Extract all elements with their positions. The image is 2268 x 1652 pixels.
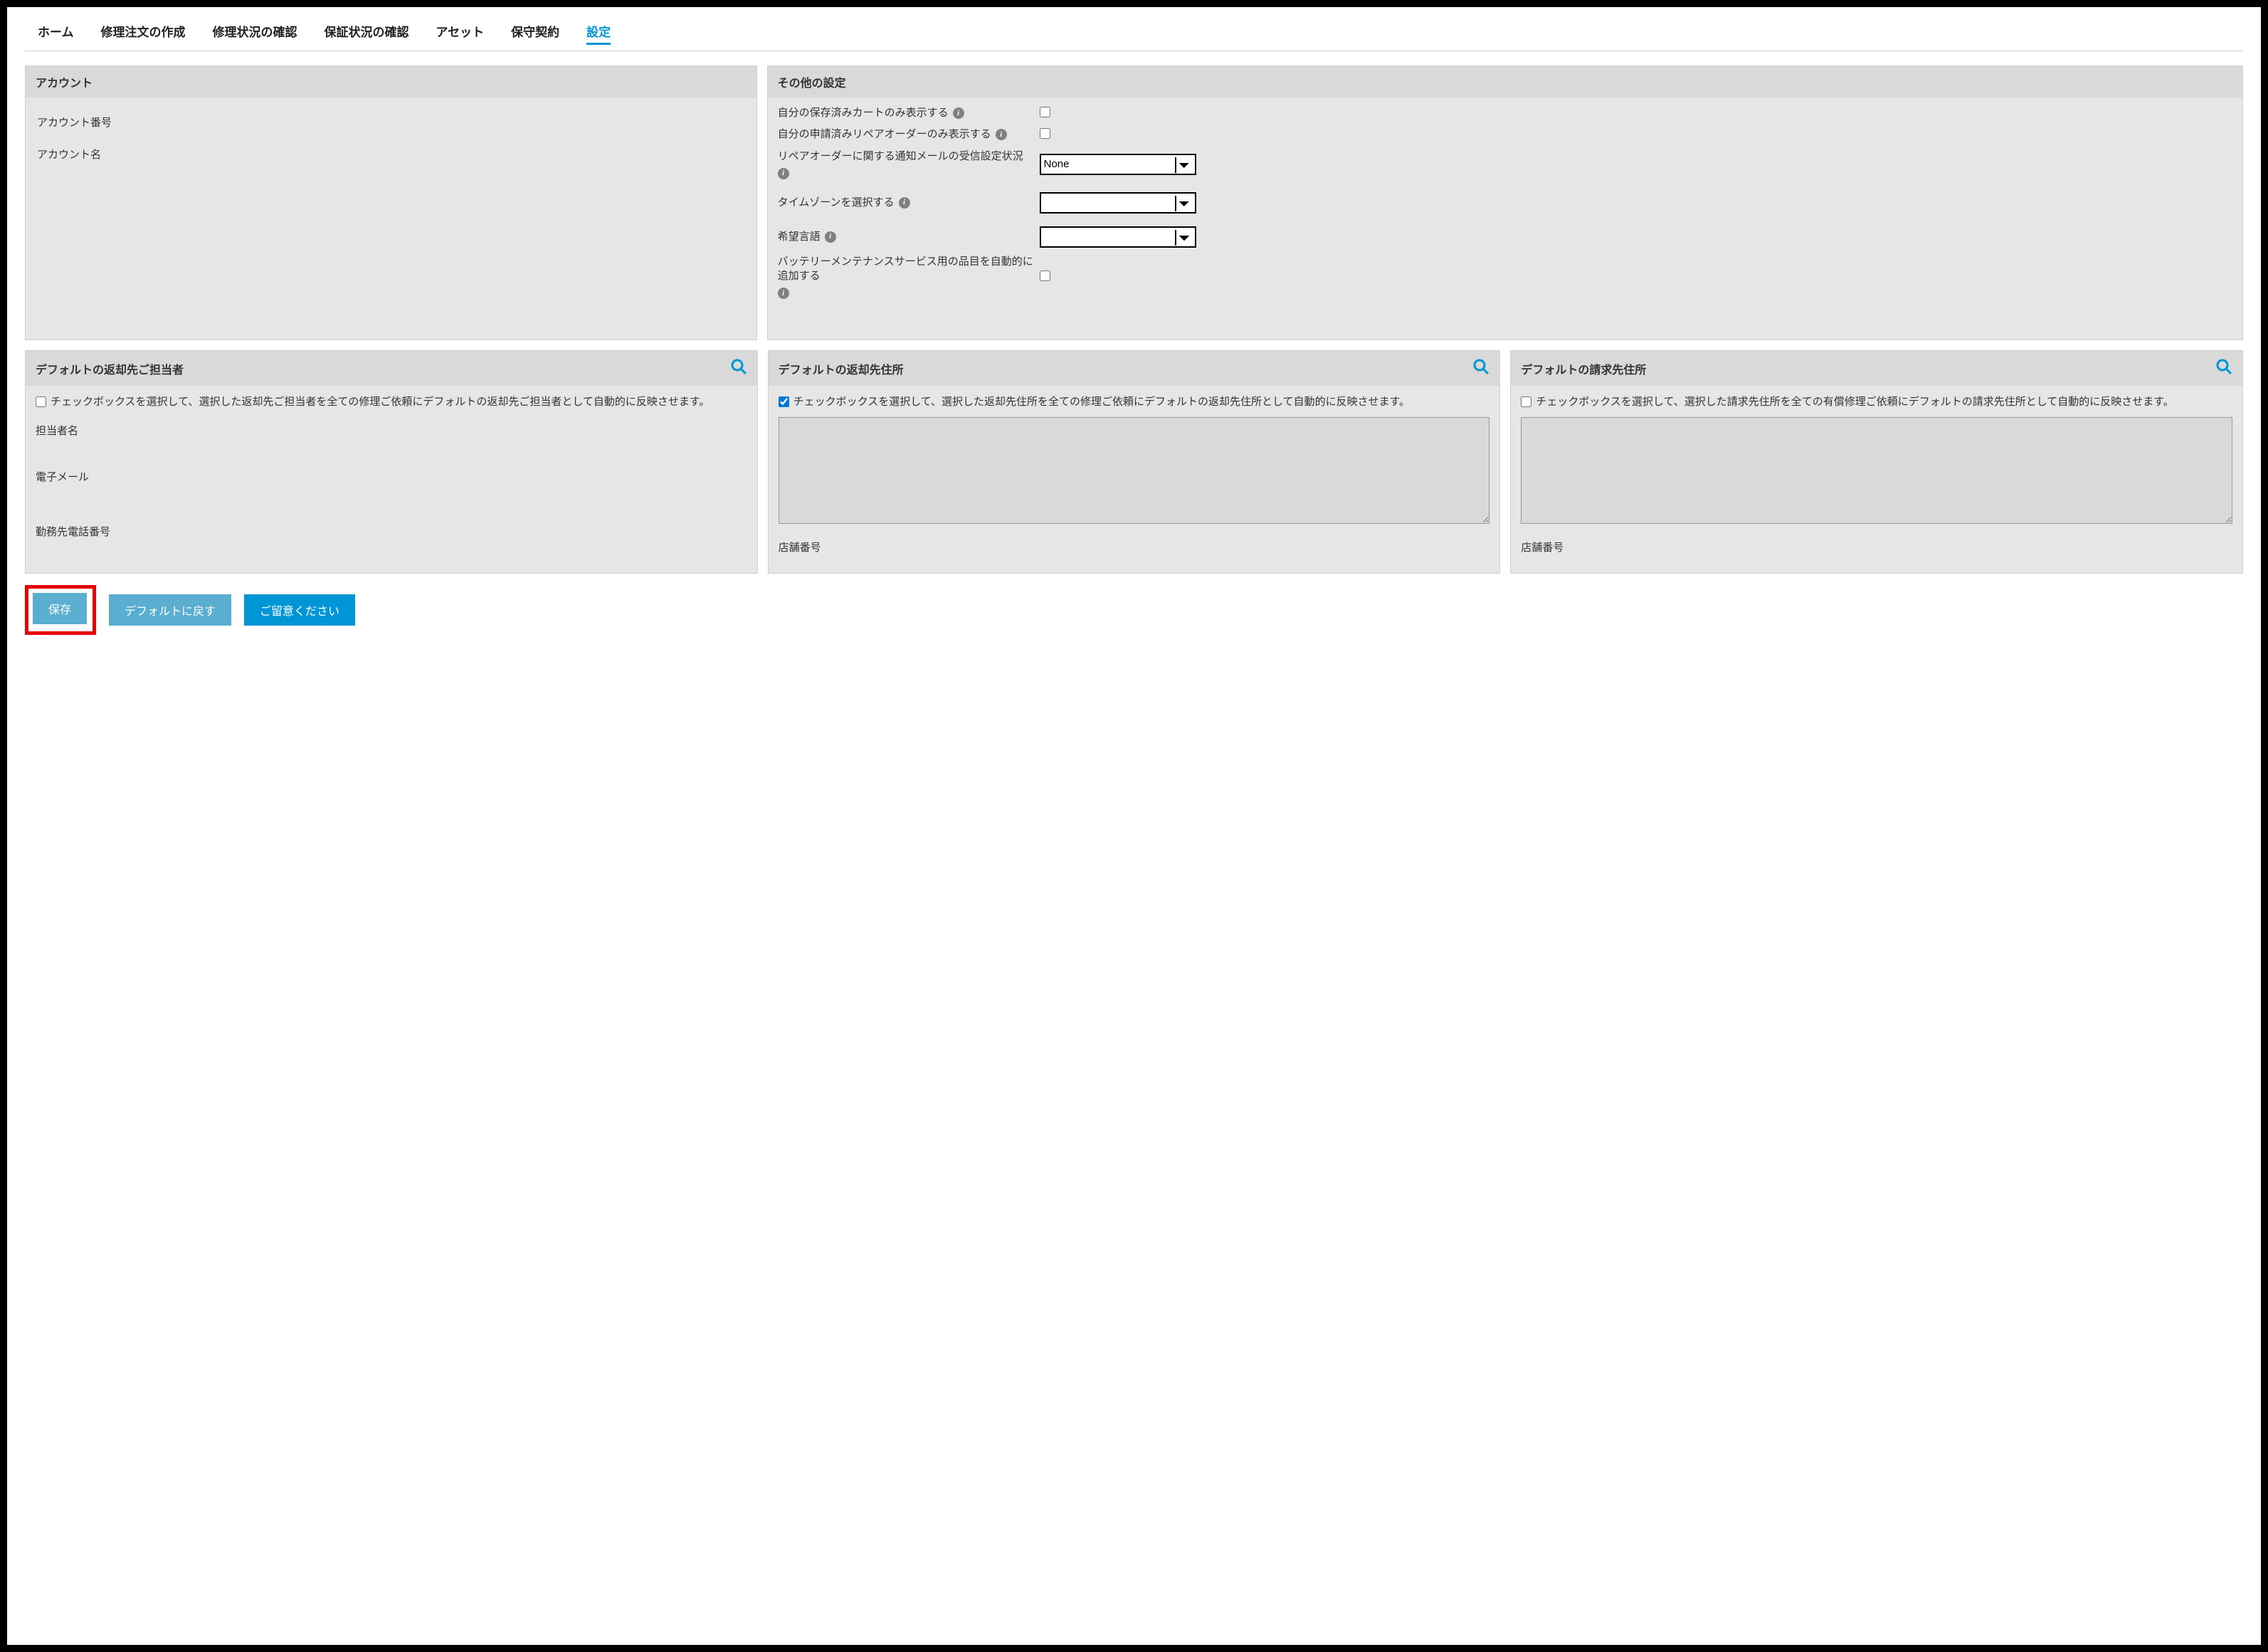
submitted-repair-only-label: 自分の申請済みリペアオーダーのみ表示する <box>778 127 991 142</box>
search-icon[interactable] <box>2215 358 2232 379</box>
work-phone-label: 勤務先電話番号 <box>36 524 747 539</box>
info-icon[interactable]: i <box>825 231 836 243</box>
saved-cart-only-label: 自分の保存済みカートのみ表示する <box>778 106 949 120</box>
account-number-label: アカウント番号 <box>37 115 745 130</box>
main-tabs: ホーム 修理注文の作成 修理状況の確認 保証状況の確認 アセット 保守契約 設定 <box>25 18 2243 51</box>
saved-cart-only-checkbox[interactable] <box>1040 107 1050 117</box>
return-address-textarea[interactable] <box>779 417 1490 524</box>
email-label: 電子メール <box>36 469 747 484</box>
default-billing-address-text: チェックボックスを選択して、選択した請求先住所を全ての有償修理ご依頼にデフォルト… <box>1536 394 2173 410</box>
panel-default-return-contact: デフォルトの返却先ご担当者 チェックボックスを選択して、選択した返却先ご担当者を… <box>25 350 758 574</box>
search-icon[interactable] <box>1472 358 1489 379</box>
info-icon[interactable]: i <box>996 129 1007 140</box>
timezone-label: タイムゾーンを選択する <box>778 196 895 210</box>
save-button-highlight: 保存 <box>25 585 96 635</box>
default-return-address-checkbox[interactable] <box>779 396 789 407</box>
timezone-select[interactable] <box>1040 192 1196 214</box>
submitted-repair-only-checkbox[interactable] <box>1040 128 1050 139</box>
default-return-contact-text: チェックボックスを選択して、選択した返却先ご担当者を全ての修理ご依頼にデフォルト… <box>51 394 710 410</box>
notification-select[interactable]: None <box>1040 154 1196 175</box>
panel-default-return-address-title: デフォルトの返却先住所 <box>779 360 904 377</box>
button-row: 保存 デフォルトに戻す ご留意ください <box>25 585 2243 635</box>
info-icon[interactable]: i <box>899 197 910 209</box>
default-return-contact-checkbox[interactable] <box>36 396 46 407</box>
battery-auto-checkbox[interactable] <box>1040 270 1050 281</box>
language-select[interactable] <box>1040 226 1196 248</box>
panel-default-billing-address-title: デフォルトの請求先住所 <box>1521 360 1646 377</box>
language-label: 希望言語 <box>778 230 821 244</box>
tab-repair-status[interactable]: 修理状況の確認 <box>213 22 297 45</box>
account-name-label: アカウント名 <box>37 147 745 162</box>
search-icon[interactable] <box>730 358 747 379</box>
default-return-address-text: チェックボックスを選択して、選択した返却先住所を全ての修理ご依頼にデフォルトの返… <box>793 394 1410 410</box>
info-icon[interactable]: i <box>953 107 964 119</box>
info-icon[interactable]: i <box>778 288 789 299</box>
panel-other-header: その他の設定 <box>768 66 2242 98</box>
return-store-number-label: 店舗番号 <box>779 540 1490 554</box>
tab-home[interactable]: ホーム <box>38 22 74 45</box>
panel-other-title: その他の設定 <box>778 73 846 90</box>
billing-store-number-label: 店舗番号 <box>1521 540 2232 554</box>
panel-default-return-contact-title: デフォルトの返却先ご担当者 <box>36 360 184 377</box>
tab-settings[interactable]: 設定 <box>586 22 611 45</box>
tab-create-repair[interactable]: 修理注文の作成 <box>101 22 186 45</box>
tab-warranty-status[interactable]: 保証状況の確認 <box>325 22 409 45</box>
reset-button[interactable]: デフォルトに戻す <box>109 594 231 626</box>
panel-default-return-address: デフォルトの返却先住所 チェックボックスを選択して、選択した返却先住所を全ての修… <box>768 350 1501 574</box>
panel-other-settings: その他の設定 自分の保存済みカートのみ表示する i 自分の申請済みリペアオーダー… <box>767 65 2243 340</box>
save-button[interactable]: 保存 <box>33 593 87 624</box>
billing-address-textarea[interactable] <box>1521 417 2232 524</box>
info-icon[interactable]: i <box>778 168 789 179</box>
notification-label: リペアオーダーに関する通知メールの受信設定状況 <box>778 149 1023 164</box>
panel-default-billing-address: デフォルトの請求先住所 チェックボックスを選択して、選択した請求先住所を全ての有… <box>1510 350 2243 574</box>
tab-maintenance[interactable]: 保守契約 <box>511 22 559 45</box>
panel-account-title: アカウント <box>36 73 93 90</box>
panel-account: アカウント アカウント番号 アカウント名 <box>25 65 757 340</box>
battery-auto-label: バッテリーメンテナンスサービス用の品目を自動的に追加する <box>778 255 1034 284</box>
panel-account-header: アカウント <box>26 66 756 98</box>
note-button[interactable]: ご留意ください <box>244 594 355 626</box>
tab-asset[interactable]: アセット <box>436 22 485 45</box>
default-billing-address-checkbox[interactable] <box>1521 396 1531 407</box>
contact-name-label: 担当者名 <box>36 423 747 438</box>
